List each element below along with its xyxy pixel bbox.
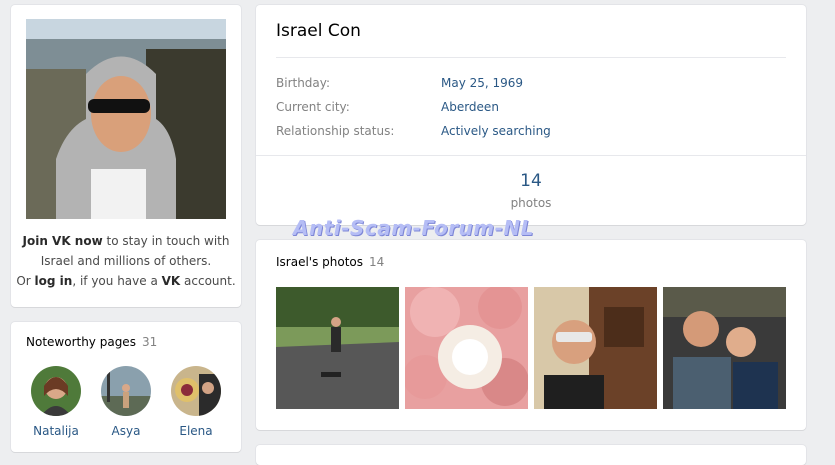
profile-name: Israel Con bbox=[276, 21, 361, 41]
divider bbox=[276, 57, 786, 58]
photo-count-number[interactable]: 14 bbox=[256, 171, 806, 191]
page-name: Asya bbox=[111, 424, 141, 438]
photo-thumb[interactable] bbox=[405, 287, 528, 409]
info-label: Birthday: bbox=[276, 76, 331, 90]
noteworthy-pages-card: Noteworthy pages 31 Natalija Asya Elena bbox=[11, 322, 241, 452]
next-card bbox=[256, 445, 806, 465]
photo-count-label[interactable]: photos bbox=[256, 196, 806, 210]
profile-card: Join VK now to stay in touch with Israel… bbox=[11, 5, 241, 307]
noteworthy-title: Noteworthy pages bbox=[26, 335, 136, 349]
photo-thumb[interactable] bbox=[276, 287, 399, 409]
info-label: Current city: bbox=[276, 100, 350, 114]
photos-card: Israel's photos 14 bbox=[256, 240, 806, 430]
page-name: Natalija bbox=[33, 424, 79, 438]
info-value-link[interactable]: Aberdeen bbox=[441, 100, 499, 114]
profile-avatar[interactable] bbox=[26, 19, 226, 219]
page-item-asya[interactable]: Asya bbox=[96, 366, 156, 438]
page-item-natalija[interactable]: Natalija bbox=[26, 366, 86, 438]
page-item-elena[interactable]: Elena bbox=[166, 366, 226, 438]
join-prompt: Join VK now to stay in touch with Israel… bbox=[11, 231, 241, 291]
page-name: Elena bbox=[179, 424, 213, 438]
login-link[interactable]: log in bbox=[35, 274, 73, 288]
photos-count: 14 bbox=[369, 255, 385, 269]
photos-header[interactable]: Israel's photos 14 bbox=[276, 255, 384, 269]
join-text-3: , if you have a bbox=[72, 274, 162, 288]
info-value-link[interactable]: Actively searching bbox=[441, 124, 551, 138]
photo-thumb[interactable] bbox=[663, 287, 786, 409]
noteworthy-count: 31 bbox=[141, 335, 158, 349]
photos-title: Israel's photos bbox=[276, 255, 364, 269]
page-avatar bbox=[101, 366, 151, 416]
photo-thumb[interactable] bbox=[534, 287, 657, 409]
vk-brand: VK bbox=[161, 274, 181, 288]
join-text-2: Israel and millions of others. bbox=[40, 254, 212, 268]
noteworthy-header[interactable]: Noteworthy pages 31 bbox=[26, 335, 157, 349]
join-vk-link[interactable]: Join VK now bbox=[23, 234, 103, 248]
join-or: Or bbox=[16, 274, 35, 288]
page-avatar bbox=[171, 366, 221, 416]
info-value-link[interactable]: May 25, 1969 bbox=[441, 76, 523, 90]
profile-info-card: Israel Con Birthday: May 25, 1969 Curren… bbox=[256, 5, 806, 225]
join-text-4: account. bbox=[180, 274, 236, 288]
info-label: Relationship status: bbox=[276, 124, 395, 138]
join-text-1: to stay in touch with bbox=[102, 234, 230, 248]
watermark: Anti-Scam-Forum-NL bbox=[293, 216, 534, 240]
divider bbox=[256, 155, 806, 156]
page-avatar bbox=[31, 366, 81, 416]
